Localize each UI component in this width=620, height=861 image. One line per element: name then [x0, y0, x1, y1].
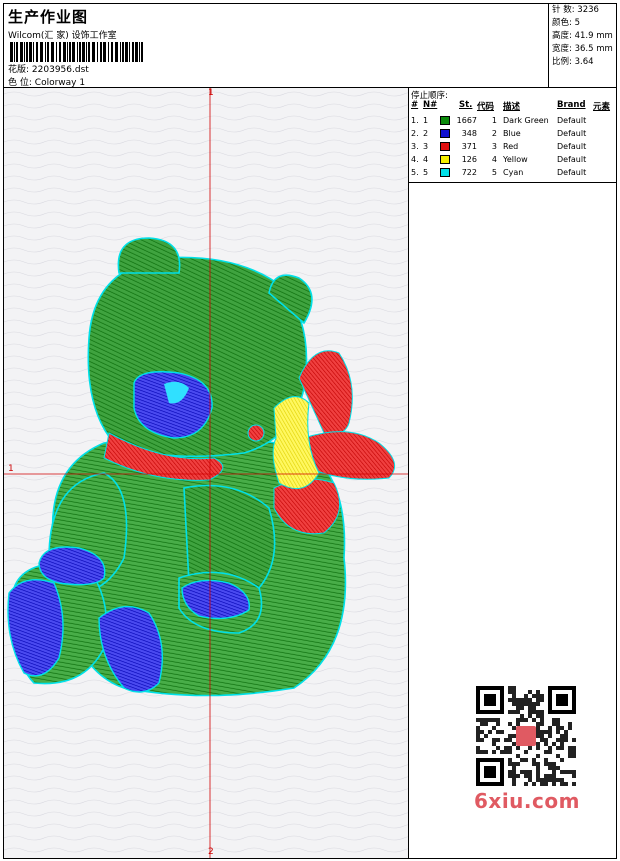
- row-idx: 4.: [411, 155, 419, 164]
- row-num: 2: [423, 129, 429, 138]
- row-num: 4: [423, 155, 429, 164]
- row-idx: 1.: [411, 116, 419, 125]
- table-row: 3. 3 371 3 Red Default: [409, 140, 616, 153]
- barcode: [10, 42, 143, 62]
- row-num: 1: [423, 116, 429, 125]
- color-swatch: [440, 116, 450, 125]
- row-stitches: 371: [461, 142, 477, 151]
- header: 生产作业图 Wilcom(汇 家) 设饰工作室 花版: 2203956.dst …: [4, 4, 616, 88]
- row-brand: Default: [557, 116, 587, 125]
- row-idx: 2.: [411, 129, 419, 138]
- colorway-value: Colorway 1: [34, 78, 86, 88]
- colorway-label: 色 位:: [8, 78, 32, 88]
- row-code: 5: [491, 168, 497, 177]
- col-idx: #: [411, 100, 419, 110]
- axis-bottom-label: 2: [208, 847, 214, 857]
- row-idx: 3.: [411, 142, 419, 151]
- embroidery-preview: [4, 88, 408, 858]
- company-name: Wilcom(汇 家) 设饰工作室: [8, 31, 117, 41]
- axis-left-label: 1: [8, 464, 14, 474]
- row-desc: Red: [503, 142, 519, 151]
- row-brand: Default: [557, 129, 587, 138]
- row-desc: Cyan: [503, 168, 524, 177]
- col-brand: Brand: [557, 100, 586, 110]
- stat-scale: 比例: 3.64: [552, 57, 594, 67]
- stat-colors: 颜色: 5: [552, 18, 580, 28]
- table-header: # N# St. 代码 描述 Brand 元素: [409, 100, 616, 113]
- table-row: 2. 2 348 2 Blue Default: [409, 127, 616, 140]
- row-code: 3: [491, 142, 497, 151]
- axis-top-label: 1: [208, 88, 214, 98]
- design-canvas: 1 1 2: [4, 88, 409, 858]
- row-code: 4: [491, 155, 497, 164]
- colorway-line: 色 位: Colorway 1: [8, 75, 85, 88]
- row-stitches: 1667: [456, 116, 477, 125]
- qr-badge-icon: [516, 726, 536, 746]
- row-num: 3: [423, 142, 429, 151]
- design-line: 花版: 2203956.dst: [8, 62, 89, 75]
- col-desc: 描述: [503, 102, 521, 112]
- row-code: 2: [491, 129, 497, 138]
- panel-divider: [409, 182, 616, 183]
- table-row: 5. 5 722 5 Cyan Default: [409, 166, 616, 179]
- row-stitches: 722: [461, 168, 477, 177]
- color-swatch: [440, 155, 450, 164]
- design-label: 花版:: [8, 65, 30, 75]
- qr-code: [470, 680, 582, 792]
- row-desc: Dark Green: [503, 116, 549, 125]
- row-brand: Default: [557, 155, 587, 164]
- table-row: 1. 1 1667 1 Dark Green Default: [409, 114, 616, 127]
- color-swatch: [440, 142, 450, 151]
- color-swatch: [440, 129, 450, 138]
- row-code: 1: [491, 116, 497, 125]
- row-brand: Default: [557, 168, 587, 177]
- color-swatch: [440, 168, 450, 177]
- stat-width: 宽度: 36.5 mm: [552, 44, 613, 54]
- stats-box: 针 数: 3236 颜色: 5 高度: 41.9 mm 宽度: 36.5 mm …: [548, 4, 616, 88]
- row-stitches: 348: [461, 129, 477, 138]
- row-num: 5: [423, 168, 429, 177]
- row-brand: Default: [557, 142, 587, 151]
- col-code: 代码: [477, 102, 495, 112]
- row-desc: Blue: [503, 129, 521, 138]
- design-value: 2203956.dst: [31, 65, 89, 75]
- stat-stitches: 针 数: 3236: [552, 5, 599, 15]
- page-title: 生产作业图: [8, 8, 89, 26]
- table-row: 4. 4 126 4 Yellow Default: [409, 153, 616, 166]
- row-idx: 5.: [411, 168, 419, 177]
- row-stitches: 126: [461, 155, 477, 164]
- col-elem: 元素: [593, 102, 611, 112]
- stat-height: 高度: 41.9 mm: [552, 31, 613, 41]
- col-num: N#: [423, 100, 438, 110]
- row-desc: Yellow: [503, 155, 528, 164]
- watermark-text: 6xiu.com: [474, 789, 580, 813]
- col-stitches: St.: [459, 100, 473, 110]
